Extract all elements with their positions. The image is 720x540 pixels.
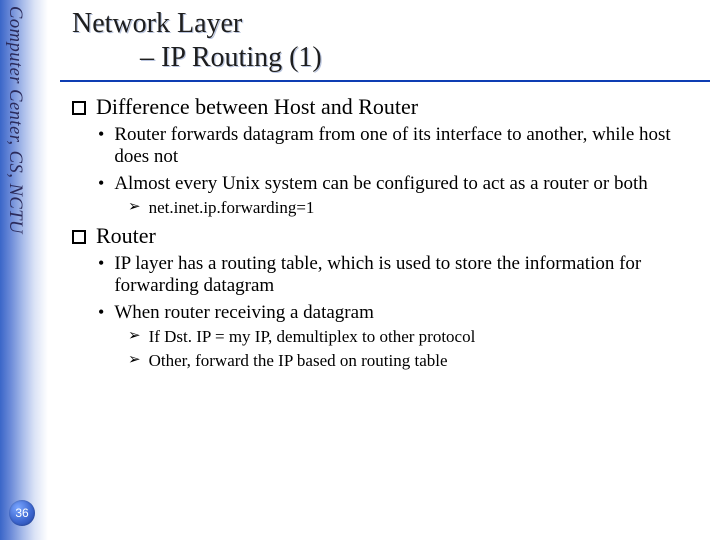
arrow-text: If Dst. IP = my IP, demultiplex to other… [149,327,476,348]
title-line-2: – IP Routing (1) [72,42,680,74]
bullet-text: IP layer has a routing table, which is u… [114,253,680,298]
dot-bullet-icon: • [98,173,104,195]
slide: Computer Center, CS, NCTU 36 Network Lay… [0,0,720,540]
bullet-text: Almost every Unix system can be configur… [114,173,647,195]
bullet-item: • IP layer has a routing table, which is… [98,253,680,298]
section-heading: Difference between Host and Router [72,94,680,120]
section-heading: Router [72,223,680,249]
arrow-bullet-icon: ➢ [128,351,141,371]
bullet-item: • When router receiving a datagram [98,302,680,324]
page-number: 36 [15,506,28,520]
square-bullet-icon [72,101,86,115]
arrow-text: Other, forward the IP based on routing t… [149,351,448,372]
arrow-item: ➢ If Dst. IP = my IP, demultiplex to oth… [128,327,680,348]
arrow-item: ➢ Other, forward the IP based on routing… [128,351,680,372]
bullet-text: When router receiving a datagram [114,302,374,324]
bullet-text: Router forwards datagram from one of its… [114,124,680,169]
sidebar-org-text: Computer Center, CS, NCTU [4,6,25,234]
slide-content: Network Layer – IP Routing (1) Differenc… [60,0,710,540]
body: Difference between Host and Router • Rou… [60,82,710,372]
arrow-bullet-icon: ➢ [128,327,141,347]
bullet-item: • Router forwards datagram from one of i… [98,124,680,169]
dot-bullet-icon: • [98,124,104,146]
sidebar-gradient: Computer Center, CS, NCTU [0,0,48,540]
arrow-item: ➢ net.inet.ip.forwarding=1 [128,198,680,219]
section-heading-text: Router [96,223,156,249]
square-bullet-icon [72,230,86,244]
dot-bullet-icon: • [98,253,104,275]
dot-bullet-icon: • [98,302,104,324]
arrow-text: net.inet.ip.forwarding=1 [149,198,315,219]
section-heading-text: Difference between Host and Router [96,94,418,120]
bullet-item: • Almost every Unix system can be config… [98,173,680,195]
title-block: Network Layer – IP Routing (1) [60,8,710,82]
arrow-bullet-icon: ➢ [128,198,141,218]
page-number-badge: 36 [9,500,35,526]
title-line-1: Network Layer [72,8,680,40]
